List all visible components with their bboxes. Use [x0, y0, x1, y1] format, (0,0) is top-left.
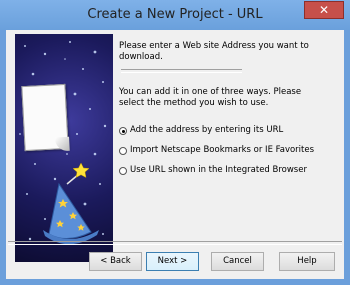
option-integrated-browser-label: Use URL shown in the Integrated Browser: [130, 165, 307, 175]
wizard-hat-icon: [43, 162, 99, 245]
wizard-illustration: [15, 34, 113, 262]
next-button[interactable]: Next >: [146, 252, 199, 271]
footer-divider: [8, 241, 342, 245]
intro-text: Please enter a Web site Address you want…: [119, 41, 309, 62]
option-enter-url-label: Add the address by entering its URL: [130, 125, 284, 135]
help-button[interactable]: Help: [279, 252, 335, 271]
radio-integrated-browser[interactable]: [119, 167, 127, 175]
radio-enter-url[interactable]: [119, 127, 127, 135]
dialog-body: Please enter a Web site Address you want…: [6, 30, 344, 279]
radio-import-bookmarks[interactable]: [119, 147, 127, 155]
back-button[interactable]: < Back: [89, 252, 142, 271]
close-icon: ✕: [318, 3, 330, 17]
dialog-window: Create a New Project - URL ✕ Please ente…: [0, 0, 350, 285]
header-divider: [121, 69, 242, 73]
window-title: Create a New Project - URL: [87, 7, 263, 22]
title-bar: Create a New Project - URL ✕: [0, 0, 350, 30]
instructions-text: You can add it in one of three ways. Ple…: [119, 87, 302, 108]
close-button[interactable]: ✕: [304, 1, 344, 19]
option-import-bookmarks-label: Import Netscape Bookmarks or IE Favorite…: [130, 145, 315, 155]
cancel-button[interactable]: Cancel: [211, 252, 264, 271]
